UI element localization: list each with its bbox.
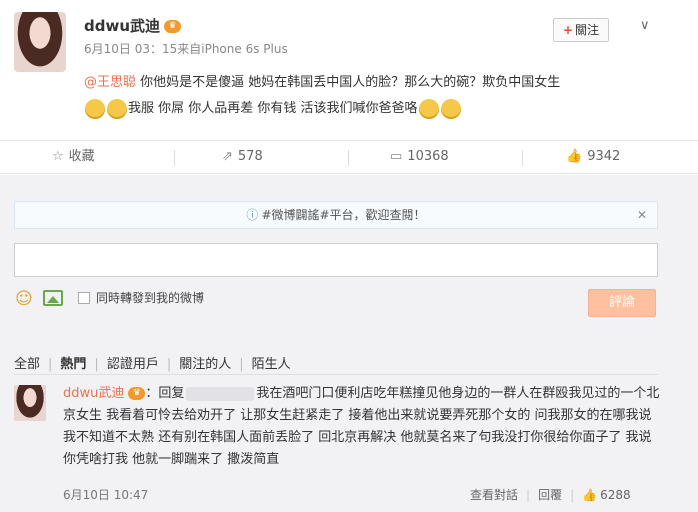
favorite-label: 收藏: [68, 149, 95, 164]
emoji-icon[interactable]: ☺: [15, 289, 33, 309]
notice-text[interactable]: #微博闢謠#平台，歡迎查閱！: [261, 208, 425, 222]
tab-strangers[interactable]: 陌生人: [252, 353, 291, 372]
mention-link[interactable]: @王思聪: [84, 75, 136, 90]
divider: |: [48, 357, 53, 372]
reply-timestamp: 6月10日 10:47: [63, 488, 149, 502]
like-button[interactable]: 👍 9342: [566, 141, 620, 175]
post-content: @王思聪 你他妈是不是傻逼 她妈在韩国丢中国人的脸？那么大的碗？欺负中国女生 我…: [84, 70, 664, 122]
avatar[interactable]: [14, 12, 66, 72]
post-text-1: 你他妈是不是傻逼 她妈在韩国丢中国人的脸？那么大的碗？欺负中国女生: [136, 75, 561, 90]
comment-count: 10368: [407, 149, 449, 164]
tab-following[interactable]: 關注的人: [179, 353, 231, 372]
divider: [14, 374, 658, 375]
comment-input[interactable]: [14, 243, 658, 277]
thumbs-up-icon: 👍: [582, 488, 598, 502]
tab-verified[interactable]: 認證用戶: [107, 353, 159, 372]
comment-icon: ▭: [390, 149, 403, 164]
reply-like-button[interactable]: 👍 6288: [582, 488, 631, 502]
divider: [522, 150, 523, 166]
star-icon: ☆: [52, 149, 64, 164]
submit-comment-button[interactable]: 評論: [588, 289, 656, 317]
reply-actions: 查看對話 | 回覆 | 👍 6288: [470, 486, 631, 503]
post-text-2: 我服 你屌 你人品再差 你有钱 活该我们喊你爸爸咯: [128, 101, 418, 116]
plus-icon: +: [562, 23, 574, 37]
chevron-down-icon[interactable]: ∨: [640, 18, 650, 33]
follow-label: 關注: [575, 23, 600, 37]
close-icon[interactable]: ✕: [637, 202, 647, 228]
weibo-post: ddwu武迪 ♛ 6月10日 03：15来自iPhone 6s Plus + 關注 …: [0, 0, 698, 140]
divider: [348, 150, 349, 166]
post-username[interactable]: ddwu武迪 ♛: [84, 15, 182, 36]
info-icon: ⓘ: [246, 208, 259, 222]
reply-avatar[interactable]: [14, 385, 46, 421]
reply-username[interactable]: ddwu武迪: [63, 386, 124, 401]
comment-filter-tabs: 全部 | 熱門 | 認證用戶 | 關注的人 | 陌生人: [14, 353, 291, 372]
repost-button[interactable]: ⇗ 578: [222, 141, 263, 175]
vip-badge-icon: ♛: [128, 387, 146, 400]
favorite-button[interactable]: ☆ 收藏: [52, 141, 95, 175]
smile-emoji-icon: [418, 98, 439, 119]
repost-checkbox[interactable]: [78, 292, 90, 304]
image-icon[interactable]: [43, 290, 63, 306]
repost-icon: ⇗: [222, 149, 233, 164]
blurred-username: [186, 386, 255, 401]
comment-button[interactable]: ▭ 10368: [390, 141, 449, 175]
divider: [174, 150, 175, 166]
reply-button[interactable]: 回覆: [538, 488, 562, 502]
repost-count: 578: [237, 149, 263, 164]
smile-emoji-icon: [107, 98, 127, 119]
repost-checkbox-label: 同時轉發到我的微博: [96, 291, 205, 305]
smile-emoji-icon: [440, 98, 461, 119]
reply-prefix: ：回复: [145, 386, 185, 401]
notice-banner: ⓘ #微博闢謠#平台，歡迎查閱！ ✕: [14, 201, 658, 229]
divider: |: [94, 357, 99, 372]
divider: |: [166, 357, 172, 372]
tab-hot[interactable]: 熱門: [60, 353, 86, 372]
post-action-bar: ☆ 收藏 ⇗ 578 ▭ 10368 👍 9342: [0, 140, 698, 174]
reply-comment: ddwu武迪 ♛ ：回复 我在酒吧门口便利店吃年糕撞见他身边的一群人在群殴我见过的一个…: [63, 383, 663, 471]
like-count: 9342: [587, 149, 621, 164]
smile-emoji-icon: [85, 98, 105, 119]
divider: |: [526, 488, 531, 502]
thumbs-up-icon: 👍: [566, 149, 583, 164]
follow-button[interactable]: + 關注: [553, 18, 609, 42]
divider: |: [239, 357, 244, 372]
username-link[interactable]: ddwu武迪: [84, 17, 160, 35]
vip-badge-icon: ♛: [164, 20, 182, 33]
view-conversation-link[interactable]: 查看對話: [470, 488, 518, 502]
tab-all[interactable]: 全部: [14, 353, 40, 372]
post-meta: 6月10日 03：15来自iPhone 6s Plus: [84, 42, 288, 56]
divider: |: [570, 488, 575, 502]
reply-like-count: 6288: [600, 488, 631, 502]
